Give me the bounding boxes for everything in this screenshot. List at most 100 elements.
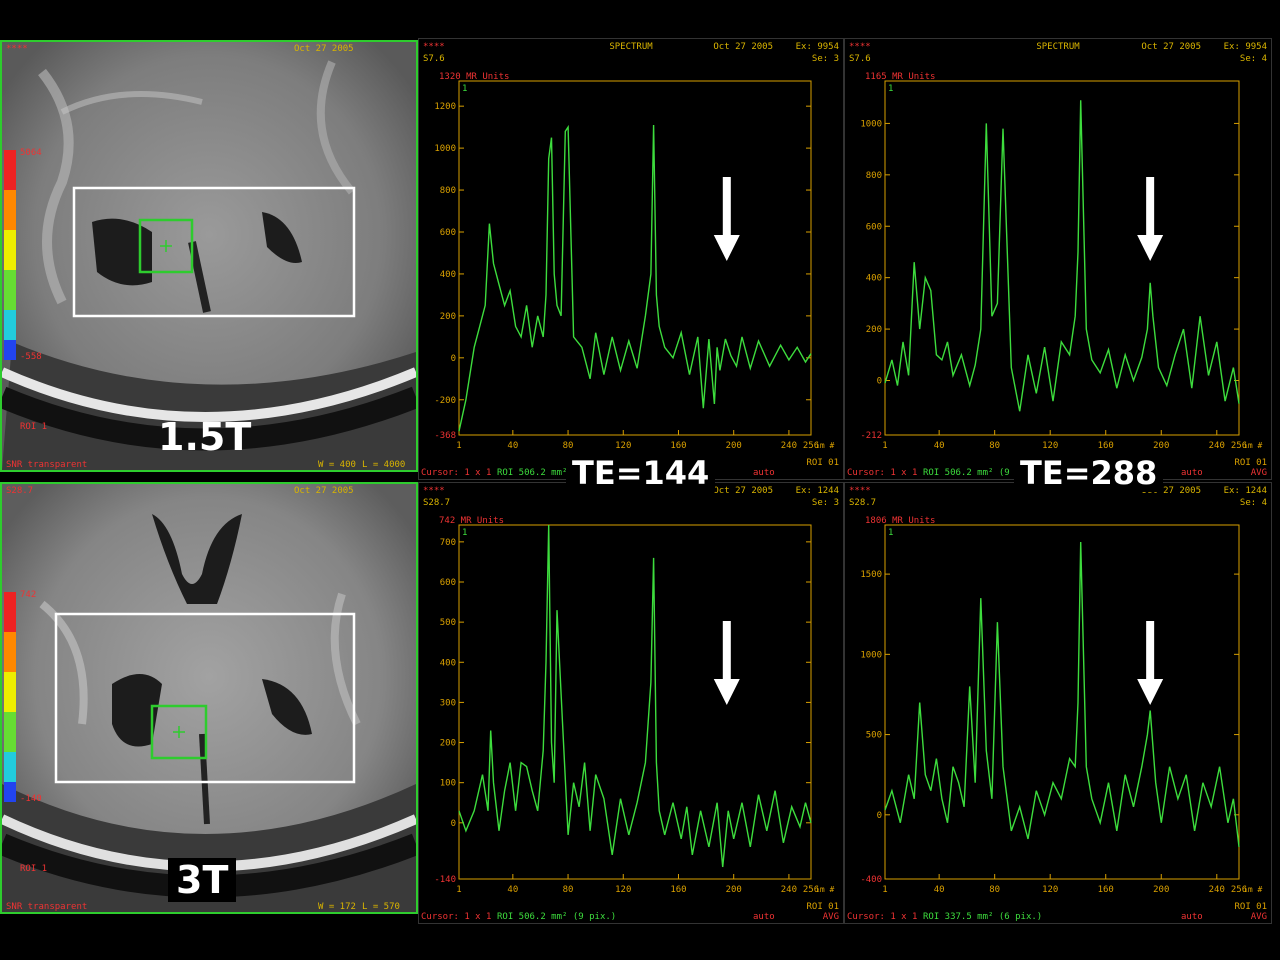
overlay-footer: SNR transparent [6,460,88,470]
footer-avg: AVG [823,912,839,922]
footer-cursor: Cursor: 1 x 1 [421,468,491,478]
header-title: SPECTRUM [1036,42,1080,52]
x-tick-label: 240 [781,441,797,451]
plot-frame [884,524,1240,880]
y-tick-label: 400 [866,274,882,284]
y-tick-label: 0 [451,819,456,829]
footer-cursor: Cursor: 1 x 1 [847,912,917,922]
y-min-label: -140 [434,875,456,885]
spectrum-trace [458,524,812,868]
footer-roi: ROI 506.2 mm² (9 p [923,468,1021,478]
overlay-date: Oct 27 2005 [294,44,354,54]
x-tick-label: 40 [507,885,518,895]
footer-roi-id: ROI 01 [806,458,839,468]
footer-auto: auto [1181,468,1203,478]
header-slice: S28.7 [849,498,876,508]
x-tick-label: 1 [882,441,887,451]
y-tick-label: 400 [440,658,456,668]
y-tick-label: 200 [440,312,456,322]
roi-id: ROI 1 [20,422,48,432]
mri-brain-image [2,42,416,470]
mri-image-3t: S28.7 Oct 27 2005 742 -140 ROI 1 SNR tra… [0,482,418,914]
spectrum-chart-1: **** S7.6 SPECTRUM Oct 27 2005 Ex: 9954 Se: 3… [421,42,839,478]
header-ex: Ex: 9954 [796,42,839,52]
window-level: L = 570 [362,902,400,912]
y-tick-label: 800 [440,186,456,196]
plot-frame [458,80,812,436]
x-unit-label: im # [1243,441,1262,450]
y-tick-label: 1000 [860,119,882,129]
y-tick-label: 700 [440,538,456,548]
x-tick-label: 80 [563,441,574,451]
field-strength-label-1-5t: 1.5T [158,415,252,459]
arrow-shaft [722,177,731,235]
y-tick-label: 0 [877,376,882,386]
overlay-slice: S28.7 [6,486,34,496]
header-slice: S7.6 [849,54,871,64]
x-tick-label: 40 [934,885,945,895]
series-id: 1 [462,84,467,94]
header-stars: **** [849,42,871,52]
te-label-288: TE=288 [1014,454,1164,492]
header-se: Se: 3 [812,54,839,64]
arrow-head [713,679,740,705]
footer-auto: auto [1181,912,1203,922]
y-tick-label: 300 [440,698,456,708]
x-tick-label: 200 [1153,441,1169,451]
y-tick-label: 400 [440,270,456,280]
x-tick-label: 240 [1209,441,1225,451]
x-tick-label: 200 [1153,885,1169,895]
header-stars: **** [423,486,445,496]
field-strength-label-3t: 3T [168,858,237,902]
x-unit-label: im # [815,885,834,894]
series-id: 1 [462,528,467,538]
overlay-date: Oct 27 2005 [294,486,354,496]
y-tick-label: 0 [877,811,882,821]
x-tick-label: 80 [989,441,1000,451]
arrow-shaft [1146,177,1155,235]
x-tick-label: 1 [456,441,461,451]
y-tick-label: 800 [866,171,882,181]
x-tick-label: 1 [882,885,887,895]
spectrum-trace [884,100,1240,412]
arrow-shaft [1146,621,1155,679]
header-ex: Ex: 9954 [1224,42,1267,52]
y-tick-label: 500 [866,731,882,741]
y-min-label: -212 [860,431,882,441]
y-tick-label: 200 [440,739,456,749]
spectrum-trace [458,124,812,432]
header-stars: **** [849,486,871,496]
x-unit-label: im # [815,441,834,450]
spectrum-panel-2: **** S7.6 SPECTRUM Oct 27 2005 Ex: 9954 Se: 4… [844,38,1272,480]
spectrum-chart-3: ****S28.7Oct 27 2005 Ex: 1244Se: 3742 MR … [421,486,839,922]
y-tick-label: 200 [866,325,882,335]
spectrum-trace [884,541,1240,847]
arrow-head [1137,235,1164,261]
footer-auto: auto [753,468,775,478]
arrow-head [1137,679,1164,705]
footer-cursor: Cursor: 1 x 1 [421,912,491,922]
arrow-head [713,235,740,261]
y-min-label: -368 [434,431,456,441]
footer-avg: AVG [1251,912,1267,922]
header-title: SPECTRUM [609,42,653,52]
footer-cursor: Cursor: 1 x 1 [847,468,917,478]
header-ex: Ex: 1244 [1224,486,1267,496]
y-tick-label: 1000 [860,650,882,660]
x-tick-label: 120 [1042,441,1058,451]
x-tick-label: 240 [781,885,797,895]
x-tick-label: 160 [670,441,686,451]
x-tick-label: 200 [726,885,742,895]
footer-roi-id: ROI 01 [806,902,839,912]
plot-frame [458,524,812,880]
header-se: Se: 4 [1240,498,1267,508]
spectrum-panel-3: **** S28.7 Oct 27 2005 Ex: 1244 Se: 3 742 MR … [418,482,844,924]
header-ex: Ex: 1244 [796,486,839,496]
mri-image-1-5t: **** Oct 27 2005 5064 -558 ROI 1 SNR tra… [0,40,418,472]
window-width: W = 172 [318,902,356,912]
spectrum-panel-1: **** S7.6 SPECTRUM Oct 27 2005 Ex: 9954 Se: 3… [418,38,844,480]
header-date: Oct 27 2005 [713,486,773,496]
header-se: Se: 4 [1240,54,1267,64]
x-tick-label: 240 [1209,885,1225,895]
header-date: Oct 27 2005 [713,42,773,52]
